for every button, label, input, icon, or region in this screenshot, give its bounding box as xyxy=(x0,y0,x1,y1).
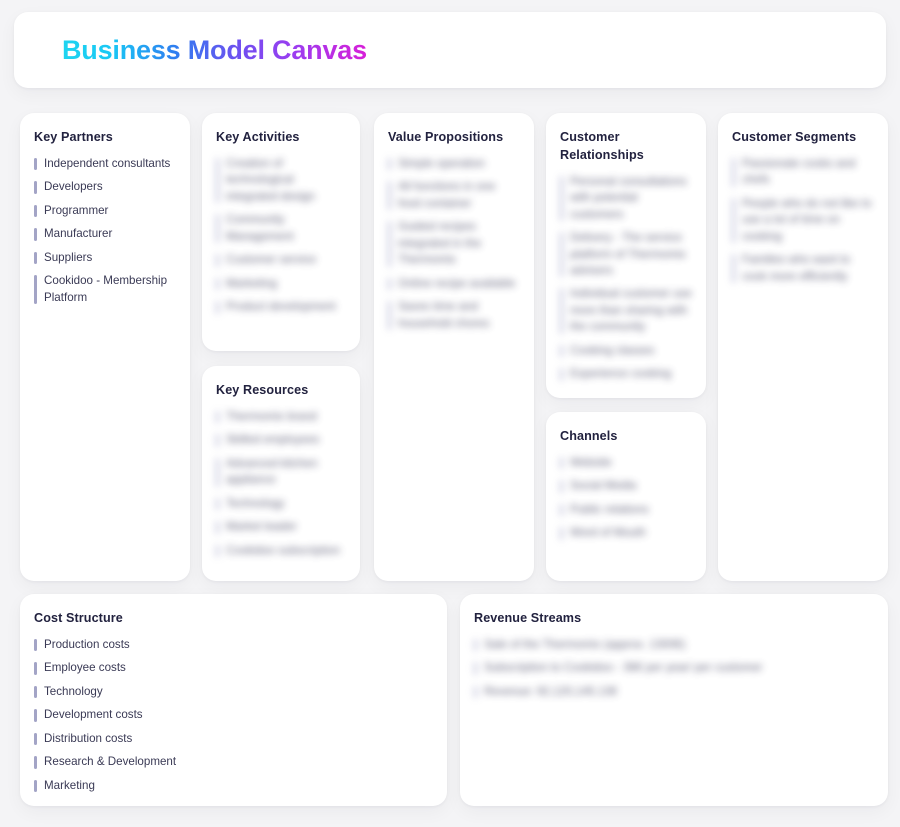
item-list-key-partners: Independent consultants Developers Program… xyxy=(34,156,176,313)
list-item: Experience cooking xyxy=(560,366,692,382)
list-item: Saves time and household chores xyxy=(388,299,520,332)
list-item: Marketing xyxy=(34,778,433,794)
item-list-value-propositions: Simple operation All functions in one foo… xyxy=(388,156,520,339)
list-item: Development costs xyxy=(34,707,433,723)
business-model-canvas: Business Model Canvas Key Partners Indep… xyxy=(0,0,900,827)
list-item: Technology xyxy=(216,496,346,512)
list-item: Advanced kitchen appliance xyxy=(216,456,346,489)
list-item: Public relations xyxy=(560,502,692,518)
block-title-channels: Channels xyxy=(560,429,618,443)
list-item: Sale of the Thermomix (approx. 1300€) xyxy=(474,637,874,653)
page-header: Business Model Canvas xyxy=(14,12,886,88)
list-item: Production costs xyxy=(34,637,433,653)
list-item: Creation of technological integrated des… xyxy=(216,156,346,205)
list-item: Website xyxy=(560,455,692,471)
list-item: All functions in one food container xyxy=(388,179,520,212)
item-list-customer-relationships: Personal consultations with potential cu… xyxy=(560,174,692,390)
list-item: Word of Mouth xyxy=(560,525,692,541)
list-item: Delivery - The service platform of Therm… xyxy=(560,230,692,279)
list-item: Distribution costs xyxy=(34,731,433,747)
list-item: Thermomix brand xyxy=(216,409,346,425)
list-item: Social Media xyxy=(560,478,692,494)
block-cost-structure: Cost Structure Production costs Employee … xyxy=(20,594,447,806)
list-item: Guided recipes integrated in the Thermom… xyxy=(388,219,520,268)
list-item: Online recipe available xyxy=(388,276,520,292)
list-item: Technology xyxy=(34,684,433,700)
list-item: Simple operation xyxy=(388,156,520,172)
list-item: Community Management xyxy=(216,212,346,245)
item-list-customer-segments: Passionate cooks and chefs People who do … xyxy=(732,156,874,292)
item-list-cost-structure: Production costs Employee costs Technology… xyxy=(34,637,433,801)
list-item: Marketing xyxy=(216,276,346,292)
list-item: Cooking classes xyxy=(560,343,692,359)
block-title-value-propositions: Value Propositions xyxy=(388,130,504,144)
list-item: Cookidoo - Membership Platform xyxy=(34,273,176,306)
list-item: Customer service xyxy=(216,252,346,268)
list-item: Programmer xyxy=(34,203,176,219)
list-item: Personal consultations with potential cu… xyxy=(560,174,692,223)
item-list-key-activities: Creation of technological integrated des… xyxy=(216,156,346,323)
list-item: Individual customer use more than sharin… xyxy=(560,286,692,335)
item-list-channels: Website Social Media Public relations Word … xyxy=(560,455,692,549)
list-item: People who do not like to use a lot of t… xyxy=(732,196,874,245)
block-title-key-resources: Key Resources xyxy=(216,383,309,397)
block-title-cost-structure: Cost Structure xyxy=(34,611,123,625)
block-title-key-activities: Key Activities xyxy=(216,130,300,144)
list-item: Suppliers xyxy=(34,250,176,266)
page-title: Business Model Canvas xyxy=(62,34,367,65)
item-list-key-resources: Thermomix brand Skilled employees Advanced… xyxy=(216,409,346,566)
block-key-partners: Key Partners Independent consultants Deve… xyxy=(20,113,190,581)
block-title-key-partners: Key Partners xyxy=(34,130,113,144)
list-item: Passionate cooks and chefs xyxy=(732,156,874,189)
list-item: Skilled employees xyxy=(216,432,346,448)
item-list-revenue-streams: Sale of the Thermomix (approx. 1300€) Sub… xyxy=(474,637,874,707)
list-item: Independent consultants xyxy=(34,156,176,172)
list-item: Market leader xyxy=(216,519,346,535)
block-channels: Channels Website Social Media Public relat… xyxy=(546,412,706,581)
block-key-resources: Key Resources Thermomix brand Skilled emp… xyxy=(202,366,360,581)
block-key-activities: Key Activities Creation of technological… xyxy=(202,113,360,351)
list-item: Families who want to cook more efficient… xyxy=(732,252,874,285)
list-item: Employee costs xyxy=(34,660,433,676)
block-customer-segments: Customer Segments Passionate cooks and c… xyxy=(718,113,888,581)
block-customer-relationships: Customer Relationships Personal consulta… xyxy=(546,113,706,398)
list-item: Subscription to Cookidoo - 36€ per year/… xyxy=(474,660,874,676)
list-item: Product development xyxy=(216,299,346,315)
block-value-propositions: Value Propositions Simple operation All f… xyxy=(374,113,534,581)
list-item: Developers xyxy=(34,179,176,195)
block-title-customer-relationships: Customer Relationships xyxy=(560,130,644,162)
list-item: Cookidoo subscription xyxy=(216,543,346,559)
block-title-revenue-streams: Revenue Streams xyxy=(474,611,582,625)
list-item: Revenue: 92,120,145.13€ xyxy=(474,684,874,700)
block-title-customer-segments: Customer Segments xyxy=(732,130,857,144)
list-item: Research & Development xyxy=(34,754,433,770)
block-revenue-streams: Revenue Streams Sale of the Thermomix (a… xyxy=(460,594,888,806)
list-item: Manufacturer xyxy=(34,226,176,242)
